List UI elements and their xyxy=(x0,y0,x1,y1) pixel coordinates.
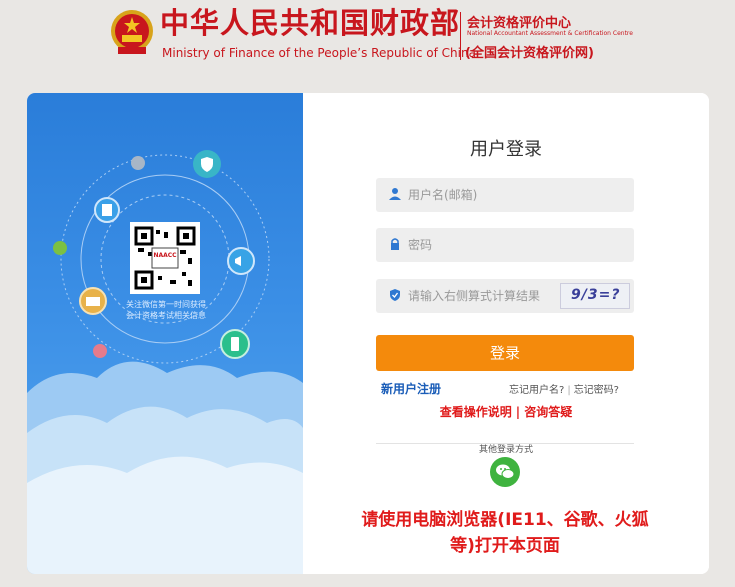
qr-caption-line1: 关注微信第一时间获得 xyxy=(126,300,206,309)
login-title: 用户登录 xyxy=(470,139,542,160)
forgot-links: 忘记用户名? | 忘记密码? xyxy=(509,381,619,396)
wechat-qr-code: NAACC xyxy=(130,222,200,294)
shield-badge-icon xyxy=(193,150,221,178)
login-form-panel: 用户登录 用户名(邮箱) 密码 请输入右侧算式计算结果 9/3=? 登录 新用户… xyxy=(303,93,709,574)
decor-dot-gray xyxy=(131,156,145,170)
captcha-image[interactable]: 9/3=? xyxy=(560,283,630,309)
instructions-link[interactable]: 查看操作说明 xyxy=(440,405,512,419)
forgot-password-link[interactable]: 忘记密码? xyxy=(574,385,619,396)
help-separator: | xyxy=(515,405,521,419)
lock-icon xyxy=(391,238,399,250)
shield-icon xyxy=(390,289,400,301)
wechat-icon[interactable] xyxy=(490,457,520,487)
qr-caption-line2: 会计资格考试相关信息 xyxy=(126,311,206,320)
user-icon xyxy=(389,188,401,200)
captcha-field[interactable]: 请输入右侧算式计算结果 9/3=? xyxy=(376,279,634,313)
password-field[interactable]: 密码 xyxy=(376,228,634,262)
megaphone-icon xyxy=(227,247,255,275)
site-header: 中华人民共和国财政部 Ministry of Finance of the Pe… xyxy=(0,0,735,80)
qr-caption: 关注微信第一时间获得 会计资格考试相关信息 xyxy=(113,299,219,321)
ministry-title-en: Ministry of Finance of the People’s Repu… xyxy=(162,46,476,60)
captcha-text: 9/3=? xyxy=(571,287,621,303)
captcha-placeholder: 请输入右侧算式计算结果 xyxy=(408,289,541,303)
help-links: 查看操作说明 | 咨询答疑 xyxy=(303,403,709,420)
header-divider xyxy=(460,12,461,60)
login-card: NAACC 关注微信第一时间获得 会计资格考试相关信息 用户登录 用户名(邮箱)… xyxy=(27,93,709,574)
username-field[interactable]: 用户名(邮箱) xyxy=(376,178,634,212)
username-placeholder: 用户名(邮箱) xyxy=(408,188,478,202)
qr-logo-label: NAACC xyxy=(153,252,177,259)
forgot-username-link[interactable]: 忘记用户名? xyxy=(509,385,564,396)
password-placeholder: 密码 xyxy=(408,238,433,252)
national-emblem-icon xyxy=(111,10,153,54)
faq-link[interactable]: 咨询答疑 xyxy=(524,405,572,419)
ministry-title-cn: 中华人民共和国财政部 xyxy=(160,6,461,40)
link-separator: | xyxy=(567,385,571,396)
center-site-name: (全国会计资格评价网) xyxy=(465,46,594,61)
promo-illustration xyxy=(27,154,303,574)
login-button[interactable]: 登录 xyxy=(376,335,634,371)
document-icon xyxy=(94,197,120,223)
browser-notice: 请使用电脑浏览器(IE11、谷歌、火狐等)打开本页面 xyxy=(361,510,649,556)
id-card-icon xyxy=(79,287,107,315)
center-title-en: National Accountant Assessment & Certifi… xyxy=(467,30,633,37)
center-title-cn: 会计资格评价中心 xyxy=(467,16,572,31)
mobile-icon xyxy=(220,329,250,359)
other-login-label: 其他登录方式 xyxy=(472,445,539,455)
other-login-section: 其他登录方式 xyxy=(303,437,709,456)
promo-panel: NAACC 关注微信第一时间获得 会计资格考试相关信息 xyxy=(27,93,303,574)
decor-dot-red xyxy=(93,344,107,358)
register-link[interactable]: 新用户注册 xyxy=(381,380,441,397)
decor-dot-green xyxy=(53,241,67,255)
